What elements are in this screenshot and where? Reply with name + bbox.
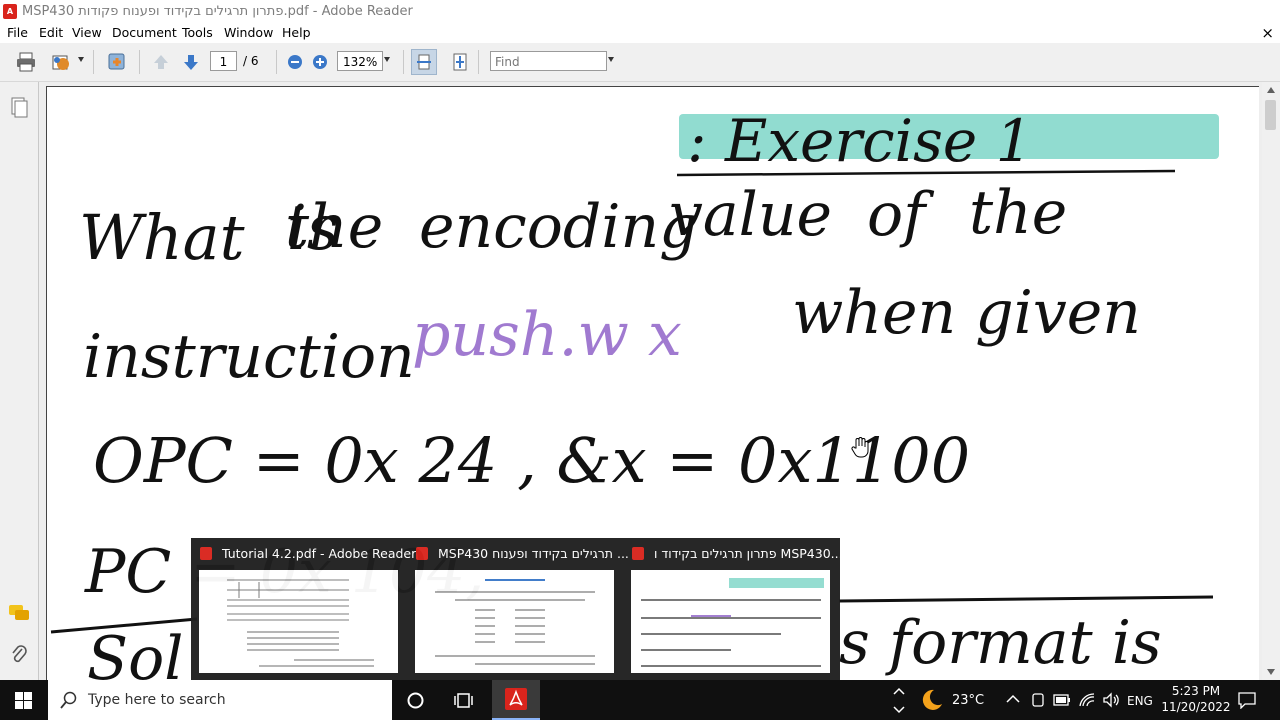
menu-edit[interactable]: Edit	[39, 25, 63, 40]
title-bar[interactable]: A MSP430 פתרון תרגילים בקידוד ופענוח פקו…	[0, 0, 1280, 24]
close-document-icon[interactable]: ×	[1261, 24, 1274, 42]
scrollbar-thumb[interactable]	[1265, 100, 1276, 130]
menu-view[interactable]: View	[72, 25, 102, 40]
clock-date: 11/20/2022	[1161, 700, 1231, 714]
scroll-down-icon[interactable]	[1267, 669, 1275, 675]
share-email-icon[interactable]	[50, 51, 72, 73]
zoom-in-icon[interactable]	[312, 54, 328, 70]
fit-width-button[interactable]	[411, 49, 437, 75]
meet-now-icon[interactable]	[1030, 692, 1046, 708]
pdf-icon	[632, 547, 644, 560]
menu-window[interactable]: Window	[224, 25, 273, 40]
solution-underline-right	[838, 595, 1214, 603]
word-what: What	[79, 201, 245, 274]
pdf-icon	[200, 547, 212, 560]
preview-thumbnail	[415, 570, 614, 673]
preview-solution[interactable]: פתרון תרגילים בקידוד ו MSP430...	[623, 538, 843, 680]
print-icon[interactable]	[15, 51, 37, 73]
battery-icon[interactable]	[1053, 694, 1071, 706]
separator	[139, 50, 140, 74]
taskbar-thumbnail-previews: Tutorial 4.2.pdf - Adobe Reader MSP430 ת…	[191, 538, 843, 680]
vertical-scrollbar[interactable]	[1262, 82, 1280, 680]
preview-thumbnail	[199, 570, 398, 673]
comments-icon[interactable]	[8, 604, 30, 622]
clock[interactable]: 5:23 PM 11/20/2022	[1160, 684, 1232, 714]
taskbar-search-box[interactable]: Type here to search	[48, 680, 392, 720]
search-icon	[60, 691, 77, 709]
next-page-icon[interactable]	[180, 51, 202, 73]
format-text: s format is	[839, 608, 1162, 678]
wifi-icon[interactable]	[1078, 692, 1096, 708]
navigation-pane	[0, 82, 39, 680]
toolbar: 1 / 6 132% Find	[0, 43, 1280, 82]
zoom-dropdown-icon[interactable]	[384, 57, 390, 62]
opc-equation: OPC = 0x 24 , &x = 0x1100	[93, 424, 970, 497]
hand-cursor-icon	[851, 437, 869, 458]
attachments-icon[interactable]	[10, 644, 28, 666]
tray-scroll-icon[interactable]	[891, 684, 907, 716]
weather-temperature[interactable]: 23°C	[952, 693, 984, 708]
windows-taskbar: Type here to search 23°C ENG 5:23 PM 11/…	[0, 680, 1280, 720]
notifications-icon[interactable]	[1238, 691, 1256, 709]
adobe-pdf-icon: A	[3, 4, 17, 19]
fit-page-icon[interactable]	[449, 51, 471, 73]
share-dropdown-icon[interactable]	[78, 57, 84, 62]
solution-label: Sol	[87, 624, 183, 687]
menu-help[interactable]: Help	[282, 25, 311, 40]
cortana-icon[interactable]	[407, 692, 424, 709]
show-hidden-icons-icon[interactable]	[1006, 694, 1020, 704]
zoom-out-icon[interactable]	[287, 54, 303, 70]
word-of: of	[867, 180, 935, 250]
previous-page-icon[interactable]	[150, 51, 172, 73]
find-dropdown-icon[interactable]	[608, 57, 614, 62]
clock-time: 5:23 PM	[1171, 684, 1221, 698]
adobe-reader-icon	[505, 688, 527, 710]
menu-file[interactable]: File	[7, 25, 28, 40]
page-total: / 6	[243, 54, 259, 68]
pages-panel-icon[interactable]	[9, 96, 29, 118]
weather-moon-icon[interactable]	[920, 688, 944, 712]
input-language[interactable]: ENG	[1127, 694, 1153, 708]
window-title: MSP430 פתרון תרגילים בקידוד ופענוח פקודו…	[22, 4, 413, 19]
word-when-given: when given	[792, 278, 1141, 348]
fit-width-icon	[417, 54, 431, 70]
word-the-2: the	[969, 178, 1067, 248]
menu-bar: File Edit View Document Tools Window Hel…	[0, 24, 1280, 43]
taskbar-adobe-reader-button[interactable]	[492, 680, 540, 720]
collaborate-icon[interactable]	[106, 51, 128, 73]
separator	[276, 50, 277, 74]
volume-icon[interactable]	[1102, 692, 1120, 708]
preview-title: Tutorial 4.2.pdf - Adobe Reader	[222, 546, 417, 561]
page-number-input[interactable]: 1	[210, 51, 237, 71]
windows-start-icon[interactable]	[15, 692, 32, 709]
find-input[interactable]: Find	[490, 51, 607, 71]
zoom-level-input[interactable]: 132%	[337, 51, 383, 71]
preview-exercises[interactable]: MSP430 תרגילים בקידוד ופענוח ...	[407, 538, 629, 680]
search-placeholder: Type here to search	[88, 692, 226, 708]
preview-title: פתרון תרגילים בקידוד ו MSP430...	[654, 546, 843, 561]
menu-document[interactable]: Document	[112, 25, 177, 40]
menu-tools[interactable]: Tools	[182, 25, 213, 40]
preview-title: MSP430 תרגילים בקידוד ופענוח ...	[438, 546, 629, 561]
word-instruction: instruction	[83, 322, 415, 392]
task-view-icon[interactable]	[454, 692, 473, 709]
pdf-icon	[416, 547, 428, 560]
separator	[93, 50, 94, 74]
separator	[478, 50, 479, 74]
word-value: value	[669, 180, 832, 250]
preview-tutorial[interactable]: Tutorial 4.2.pdf - Adobe Reader	[191, 538, 416, 680]
preview-thumbnail	[631, 570, 830, 673]
instruction-push: push.w x	[412, 300, 682, 370]
scroll-up-icon[interactable]	[1267, 87, 1275, 93]
separator	[403, 50, 404, 74]
word-encoding: encoding	[419, 192, 698, 262]
word-the-1-text: the	[285, 192, 383, 262]
exercise-heading: : Exercise 1	[687, 107, 1033, 175]
